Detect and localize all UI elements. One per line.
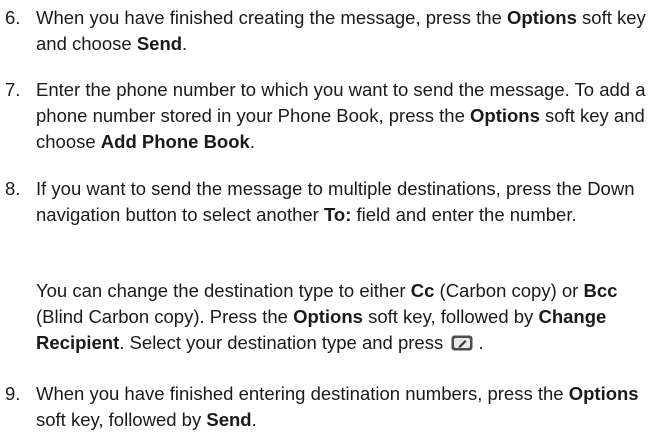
text-run: . <box>182 33 188 54</box>
step-number: 6. <box>5 7 21 28</box>
bold-term: Options <box>293 306 363 327</box>
text-run: . <box>473 332 484 353</box>
step-paragraph: When you have finished entering destinat… <box>36 381 651 433</box>
bold-term: Send <box>136 33 183 54</box>
text-run: . Select your destination type and press <box>119 332 449 353</box>
ok-key-icon <box>451 335 473 351</box>
bold-term: Options <box>507 7 577 28</box>
bold-term: Send <box>206 409 252 430</box>
step-number: 7. <box>5 79 21 100</box>
step-paragraph: Enter the phone number to which you want… <box>36 77 651 155</box>
text-run: . <box>251 409 257 430</box>
step-number: 9. <box>5 383 21 404</box>
text-run: soft key, followed by <box>36 409 207 430</box>
text-run: You can change the destination type to e… <box>36 280 411 301</box>
text-run: When you have finished creating the mess… <box>36 7 507 28</box>
bold-term: To: <box>323 204 352 225</box>
step-paragraph: If you want to send the message to multi… <box>36 176 651 228</box>
text-run: field and enter the number. <box>351 204 577 225</box>
bold-term: Bcc <box>583 280 618 301</box>
bold-term: Options <box>568 383 639 404</box>
text-run: (Blind Carbon copy). Press the <box>36 306 294 327</box>
bold-term: Options <box>470 105 540 126</box>
step-paragraph: When you have finished creating the mess… <box>36 5 651 57</box>
text-run: . <box>249 131 255 152</box>
text-run: soft key, followed by <box>362 306 539 327</box>
text-run: (Carbon copy) or <box>434 280 584 301</box>
bold-term: Cc <box>410 280 435 301</box>
text-run: When you have finished entering destinat… <box>36 383 569 404</box>
step-paragraph: You can change the destination type to e… <box>36 278 651 356</box>
step-number: 8. <box>5 178 21 199</box>
bold-term: Add Phone Book <box>100 131 250 152</box>
